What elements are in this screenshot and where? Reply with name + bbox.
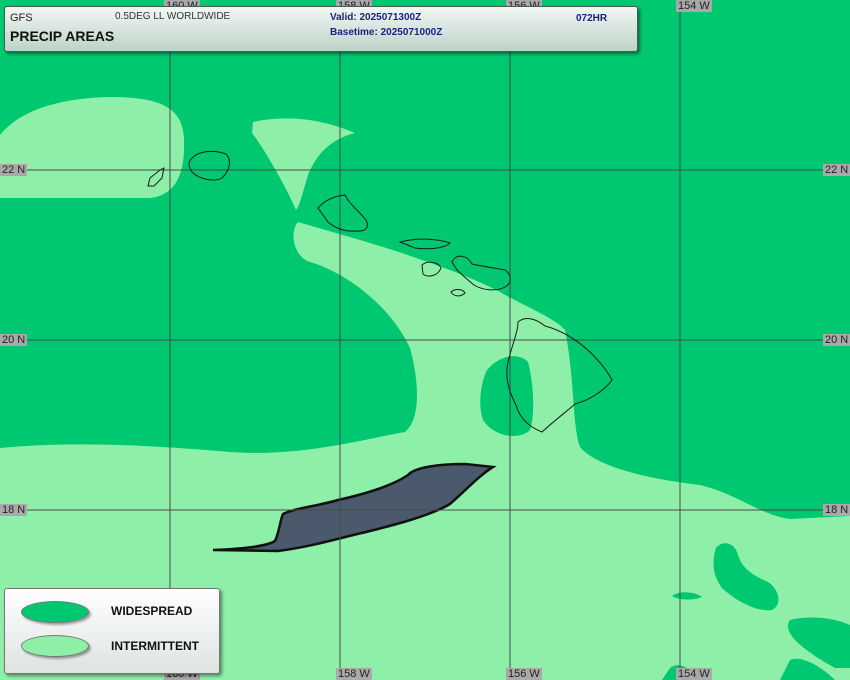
lon-label-154w-top: 154 W [676, 0, 712, 12]
lon-label-156w-bottom: 156 W [506, 668, 542, 680]
valid-time: Valid: 2025071300Z [330, 12, 422, 23]
legend-panel: WIDESPREAD INTERMITTENT [4, 588, 220, 674]
product-title: PRECIP AREAS [10, 28, 115, 44]
forecast-hour: 072HR [576, 13, 608, 24]
model-name: GFS [10, 12, 33, 24]
lat-label-18n-right: 18 N [823, 504, 850, 516]
legend-swatch-intermittent [21, 635, 89, 657]
lon-label-158w-bottom: 158 W [336, 668, 372, 680]
base-time: Basetime: 2025071000Z [330, 27, 443, 38]
lat-label-18n-left: 18 N [0, 504, 28, 516]
lat-label-22n-right: 22 N [823, 164, 850, 176]
legend-label-widespread: WIDESPREAD [111, 604, 193, 618]
lat-label-20n-right: 20 N [823, 334, 850, 346]
legend-swatch-widespread [21, 601, 89, 623]
precip-map [0, 0, 850, 680]
header-panel: GFS 0.5DEG LL WORLDWIDE PRECIP AREAS Val… [4, 6, 638, 52]
lat-label-20n-left: 20 N [0, 334, 28, 346]
legend-label-intermittent: INTERMITTENT [111, 639, 199, 653]
grid-description: 0.5DEG LL WORLDWIDE [115, 11, 231, 22]
lat-label-22n-left: 22 N [0, 164, 28, 176]
lon-label-154w-bottom: 154 W [676, 668, 712, 680]
